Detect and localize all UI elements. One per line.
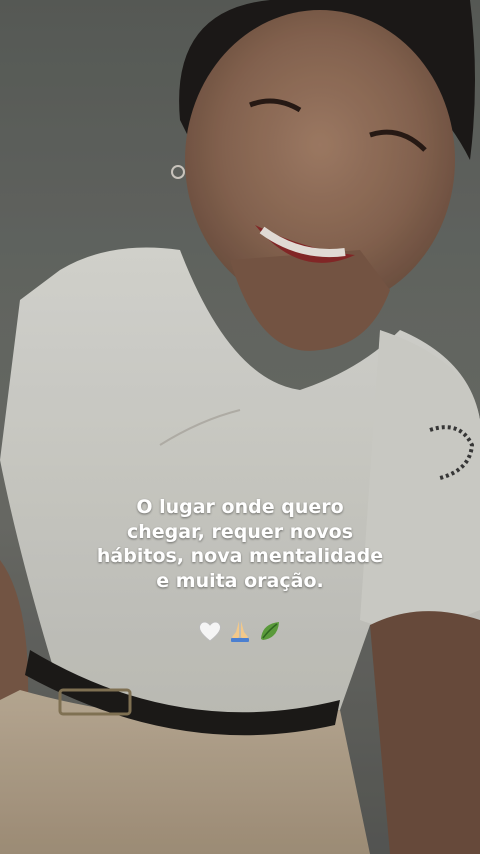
caption-line: chegar, requer novos (126, 520, 354, 543)
white-heart-icon (198, 621, 222, 642)
caption-line: e muita oração. (156, 569, 324, 592)
caption-line: O lugar onde quero (136, 496, 344, 518)
leaf-icon (261, 622, 279, 640)
story-viewer[interactable]: O lugar onde quero chegar, requer novos … (0, 0, 480, 854)
caption-line: hábitos, nova mentalidade (96, 545, 384, 567)
story-photo (0, 0, 480, 854)
story-caption: O lugar onde quero chegar, requer novos … (40, 495, 440, 593)
praying-hands-icon (231, 621, 249, 642)
emoji-row (190, 615, 290, 647)
